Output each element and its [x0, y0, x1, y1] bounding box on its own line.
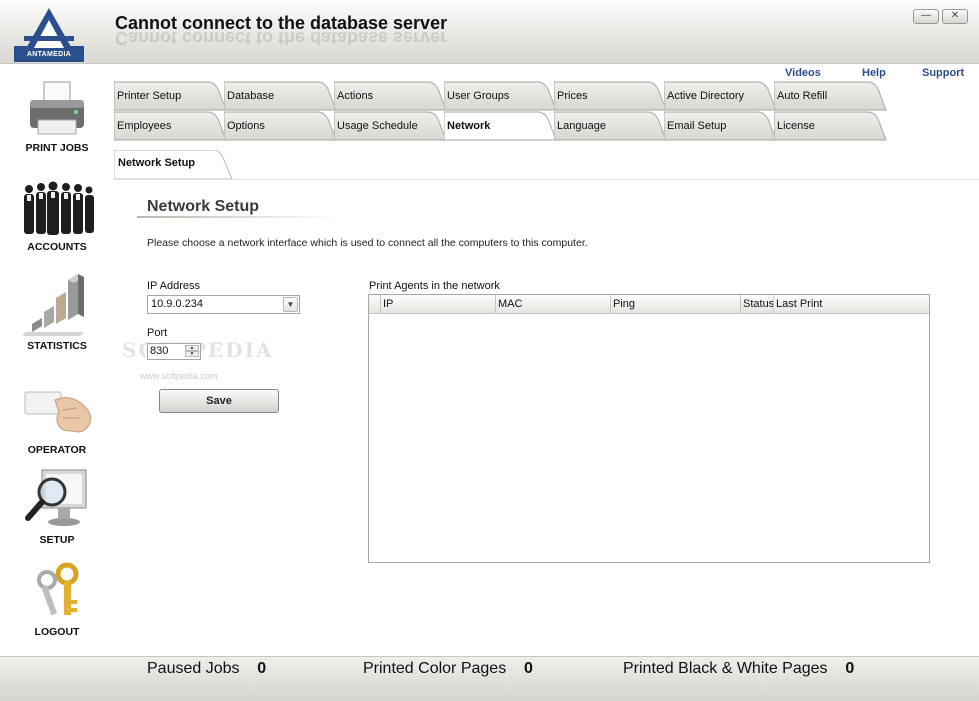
- support-link[interactable]: Support: [922, 67, 964, 79]
- print-agents-label: Print Agents in the network: [369, 280, 500, 292]
- section-underline: [137, 216, 337, 218]
- keys-icon: [37, 562, 79, 616]
- bw-pages-value: 0: [845, 660, 855, 677]
- port-value: 830: [150, 345, 169, 357]
- tab-employees[interactable]: Employees: [114, 111, 234, 141]
- tab-auto-refill[interactable]: Auto Refill: [774, 81, 894, 111]
- minimize-button[interactable]: —: [913, 9, 939, 24]
- row-selector-header: [369, 295, 381, 313]
- paused-jobs-label: Paused Jobs: [147, 660, 240, 677]
- section-title: Network Setup: [147, 198, 260, 215]
- table-header: IP MAC Ping Status Last Print: [369, 295, 929, 314]
- close-icon: ✕: [950, 10, 960, 21]
- tab-label: Active Directory: [667, 90, 745, 102]
- tab-language[interactable]: Language: [554, 111, 674, 141]
- people-icon: [24, 181, 94, 235]
- spin-down-icon[interactable]: ▼: [185, 351, 199, 357]
- tab-prices[interactable]: Prices: [554, 81, 674, 111]
- ip-address-label: IP Address: [147, 280, 200, 292]
- close-button[interactable]: ✕: [942, 9, 968, 24]
- color-pages-stat: Printed Color Pages 0: [363, 660, 533, 678]
- page-title-reflection: Cannot connect to the database server: [115, 31, 448, 45]
- sidebar-item-statistics[interactable]: STATISTICS: [0, 270, 114, 352]
- tab-label: Usage Schedule: [337, 120, 418, 132]
- logo-text: ANTAMEDIA: [26, 51, 72, 58]
- tab-printer-setup[interactable]: Printer Setup: [114, 81, 234, 111]
- color-pages-value: 0: [523, 660, 533, 677]
- sidebar-item-logout[interactable]: LOGOUT: [0, 562, 114, 638]
- tab-options[interactable]: Options: [224, 111, 344, 141]
- watermark-url: www.softpedia.com: [140, 371, 218, 381]
- sidebar-item-accounts[interactable]: ACCOUNTS: [0, 179, 114, 253]
- tab-label: User Groups: [447, 90, 510, 102]
- sidebar-item-print-jobs[interactable]: PRINT JOBS: [0, 80, 114, 154]
- column-header-mac[interactable]: MAC: [496, 295, 611, 313]
- tab-usage-schedule[interactable]: Usage Schedule: [334, 111, 454, 141]
- help-link[interactable]: Help: [862, 67, 886, 79]
- sidebar: PRINT JOBS ACCOUNTS STATISTICS OPERATOR …: [0, 64, 114, 656]
- tab-database[interactable]: Database: [224, 81, 344, 111]
- ip-address-select[interactable]: 10.9.0.234 ▼: [147, 295, 300, 314]
- tab-label: Printer Setup: [117, 90, 182, 102]
- bar-chart-icon: [22, 274, 84, 336]
- videos-link[interactable]: Videos: [785, 67, 821, 79]
- print-agents-table[interactable]: IP MAC Ping Status Last Print: [368, 294, 930, 563]
- port-label: Port: [147, 327, 168, 339]
- bw-pages-stat: Printed Black & White Pages 0: [623, 660, 854, 678]
- sidebar-item-operator[interactable]: OPERATOR: [0, 386, 114, 456]
- column-header-ping[interactable]: Ping: [611, 295, 741, 313]
- tab-label: Actions: [337, 90, 374, 102]
- port-stepper[interactable]: 830 ▲ ▼: [147, 343, 201, 360]
- printer-icon: [30, 81, 84, 135]
- tab-label: Database: [227, 90, 275, 102]
- tab-network[interactable]: Network: [444, 111, 564, 141]
- tab-user-groups[interactable]: User Groups: [444, 81, 564, 111]
- magnifier-monitor-icon: [25, 469, 87, 526]
- chevron-down-icon[interactable]: ▼: [283, 297, 298, 312]
- ip-address-value: 10.9.0.234: [151, 298, 203, 310]
- tab-label: Email Setup: [667, 120, 727, 132]
- card-hand-icon: [24, 391, 92, 433]
- sidebar-item-label: PRINT JOBS: [25, 142, 89, 154]
- color-pages-label: Printed Color Pages: [363, 660, 507, 677]
- sidebar-item-label: LOGOUT: [34, 626, 80, 638]
- column-header-status[interactable]: Status: [741, 295, 774, 313]
- paused-jobs-value: 0: [257, 660, 267, 677]
- sidebar-item-label: SETUP: [39, 534, 75, 546]
- tab-email-setup[interactable]: Email Setup: [664, 111, 784, 141]
- tab-actions[interactable]: Actions: [334, 81, 454, 111]
- content-divider: [114, 179, 979, 180]
- minimize-icon: —: [921, 10, 931, 21]
- subtab-label: Network Setup: [118, 157, 196, 169]
- bw-pages-label: Printed Black & White Pages: [623, 660, 828, 677]
- tab-label: Language: [557, 120, 606, 132]
- tab-label: Employees: [117, 120, 172, 132]
- tab-active-directory[interactable]: Active Directory: [664, 81, 784, 111]
- column-header-ip[interactable]: IP: [381, 295, 496, 313]
- tab-license[interactable]: License: [774, 111, 894, 141]
- column-header-last-print[interactable]: Last Print: [774, 295, 929, 313]
- sidebar-item-label: ACCOUNTS: [27, 241, 87, 253]
- save-button[interactable]: Save: [159, 389, 279, 413]
- tab-label: Prices: [557, 90, 588, 102]
- tab-label: Network: [447, 120, 491, 132]
- subtab-network-setup[interactable]: Network Setup: [114, 150, 234, 179]
- sidebar-item-setup[interactable]: SETUP: [0, 466, 114, 546]
- paused-jobs-stat: Paused Jobs 0: [147, 660, 266, 678]
- tab-label: License: [777, 120, 815, 132]
- sidebar-item-label: OPERATOR: [27, 444, 87, 456]
- sidebar-item-label: STATISTICS: [27, 340, 87, 352]
- instructions-text: Please choose a network interface which …: [147, 237, 588, 249]
- tab-label: Auto Refill: [777, 90, 828, 102]
- tab-label: Options: [227, 120, 265, 132]
